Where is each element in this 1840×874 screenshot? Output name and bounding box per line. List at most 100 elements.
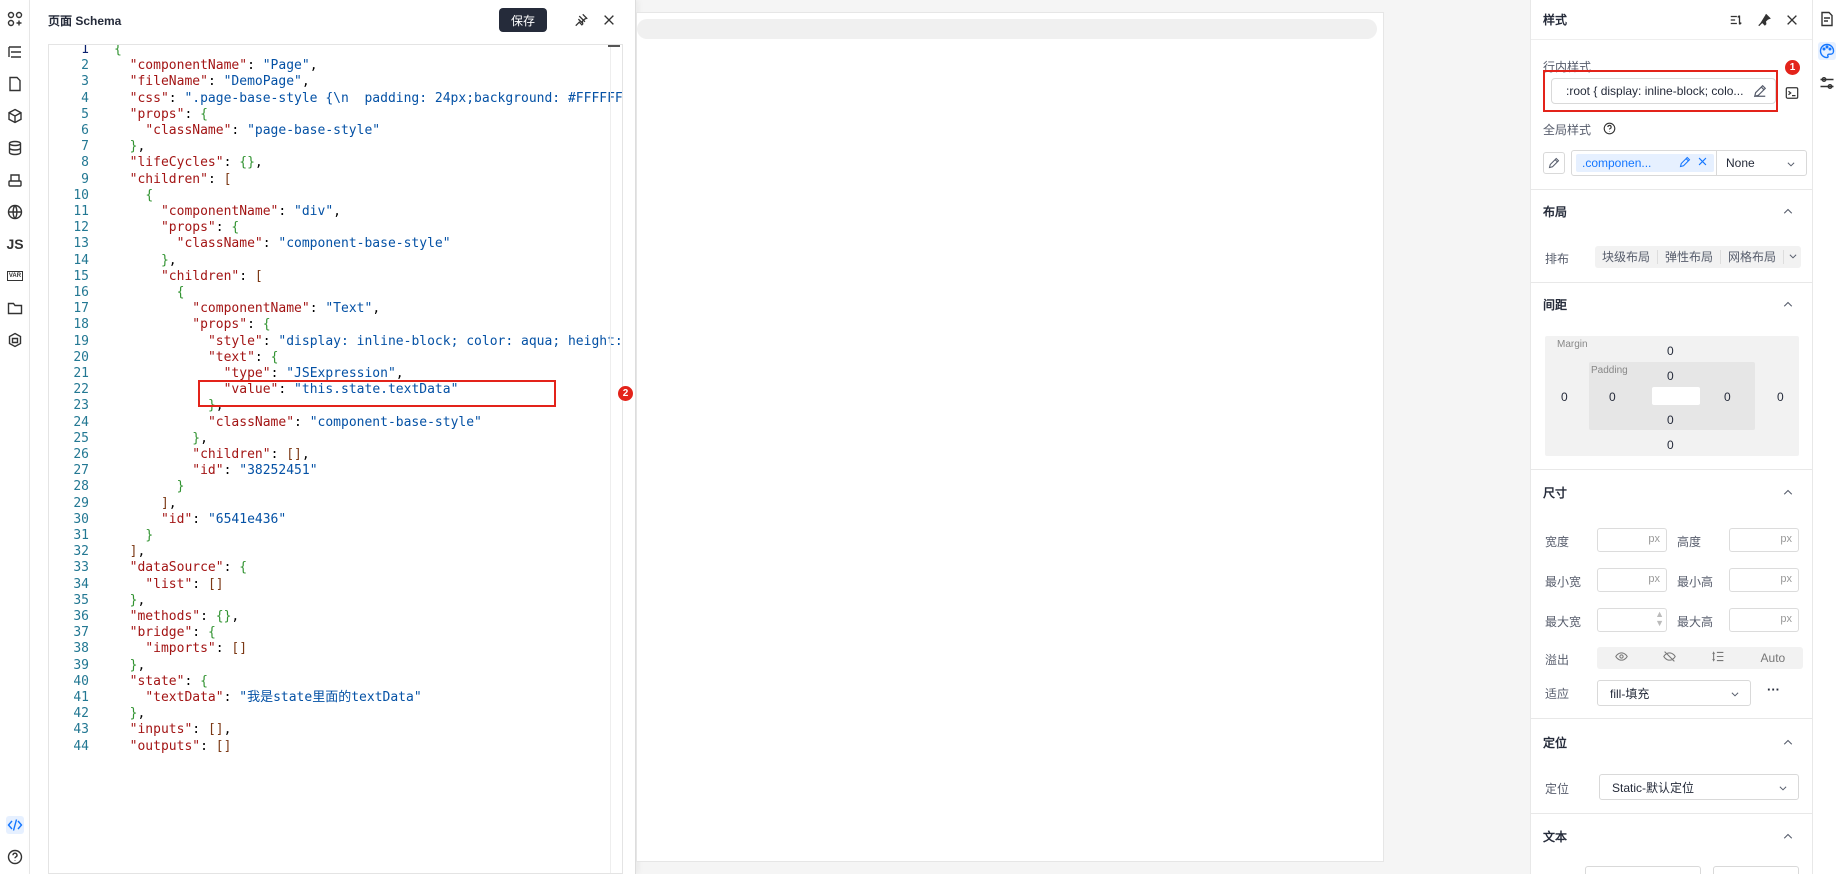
width-input[interactable]: px (1597, 528, 1667, 552)
px-unit: px (1780, 573, 1792, 585)
edit-icon[interactable] (1753, 84, 1767, 98)
outline-tree-icon[interactable] (6, 43, 24, 61)
text-section (1531, 813, 1812, 874)
margin-bottom-value[interactable]: 0 (1667, 438, 1674, 452)
annotation-badge-2: 2 (618, 386, 633, 401)
add-component-icon[interactable] (6, 10, 24, 28)
chevron-up-icon[interactable] (1782, 736, 1794, 748)
pin-icon[interactable] (1756, 12, 1772, 28)
edit-icon[interactable] (1679, 156, 1691, 171)
padding-top-value[interactable]: 0 (1667, 369, 1674, 383)
arrange-label: 排布 (1545, 252, 1570, 266)
chevron-up-icon[interactable] (1782, 205, 1794, 217)
split-view-icon[interactable] (1728, 12, 1744, 28)
layout-title: 布局 (1543, 205, 1568, 219)
overflow-label: 溢出 (1545, 653, 1570, 667)
hidden-icon[interactable] (1663, 650, 1677, 666)
padding-label: Padding (1591, 365, 1628, 376)
inline-style-field[interactable]: :root { display: inline-block; colo... (1551, 78, 1776, 104)
variable-label: VAR (6, 271, 24, 281)
chevron-down-icon (1778, 782, 1788, 792)
materials-icon[interactable] (6, 331, 24, 349)
flex-layout-option[interactable]: 弹性布局 (1658, 250, 1722, 264)
scroll-icon[interactable] (1712, 650, 1725, 666)
folder-icon[interactable] (6, 299, 24, 317)
close-icon[interactable] (1784, 12, 1800, 28)
variable-icon[interactable]: VAR (6, 267, 24, 285)
padding-right-value[interactable]: 0 (1724, 390, 1731, 404)
font-weight-select[interactable] (1713, 866, 1799, 874)
editor-scrollbar[interactable] (608, 45, 622, 873)
text-title: 文本 (1543, 830, 1568, 844)
schema-panel: 页面 Schema 保存 1{2 "componentName": "Page"… (30, 0, 636, 874)
left-toolbar: JS VAR (0, 0, 30, 874)
margin-right-value[interactable]: 0 (1777, 390, 1784, 404)
min-width-input[interactable]: px (1597, 568, 1667, 592)
visible-icon[interactable] (1614, 650, 1628, 666)
block-icon[interactable] (6, 107, 24, 125)
state-select[interactable]: None (1726, 156, 1755, 170)
min-height-input[interactable]: px (1729, 568, 1799, 592)
overflow-segmented: Auto (1597, 647, 1803, 669)
margin-top-value[interactable]: 0 (1667, 344, 1674, 358)
min-height-label: 最小高 (1677, 575, 1714, 589)
px-unit: px (1780, 533, 1792, 545)
position-select[interactable]: Static-默认定位 (1599, 774, 1799, 800)
more-options-button[interactable]: ··· (1767, 682, 1780, 697)
class-tag[interactable]: .componen... (1576, 154, 1714, 172)
style-palette-icon[interactable] (1818, 42, 1836, 60)
max-height-input[interactable]: px (1729, 608, 1799, 632)
max-width-input[interactable]: ▲ ▼ (1597, 608, 1667, 632)
edit-global-style-button[interactable] (1543, 152, 1565, 174)
props-icon[interactable] (1818, 10, 1836, 28)
stepper-icon[interactable]: ▲ ▼ (1655, 610, 1664, 628)
fit-label: 适应 (1545, 687, 1570, 701)
global-icon[interactable] (6, 203, 24, 221)
margin-label: Margin (1557, 339, 1588, 350)
datasource-icon[interactable] (6, 139, 24, 157)
pin-icon[interactable] (573, 12, 589, 28)
page-icon[interactable] (6, 75, 24, 93)
settings-sliders-icon[interactable] (1818, 74, 1836, 92)
right-toolbar (1812, 0, 1840, 874)
canvas-page-bar (637, 19, 1377, 39)
px-unit: px (1648, 573, 1660, 585)
chevron-down-icon (1730, 688, 1740, 698)
margin-box: Margin 0 0 0 0 Padding 0 0 0 0 (1545, 336, 1799, 456)
padding-box: Padding 0 0 0 0 (1589, 362, 1755, 430)
height-input[interactable]: px (1729, 528, 1799, 552)
design-canvas[interactable] (636, 12, 1384, 862)
padding-left-value[interactable]: 0 (1609, 390, 1616, 404)
help-icon[interactable] (1603, 122, 1616, 135)
help-icon[interactable] (6, 848, 24, 866)
js-icon[interactable]: JS (6, 235, 24, 253)
max-width-label: 最大宽 (1545, 615, 1582, 629)
padding-bottom-value[interactable]: 0 (1667, 413, 1674, 427)
terminal-icon[interactable] (1785, 86, 1799, 100)
chevron-down-icon (1786, 158, 1796, 172)
code-text: "outputs": [] (129, 738, 232, 754)
margin-left-value[interactable]: 0 (1561, 390, 1568, 404)
chevron-down-icon[interactable] (1788, 250, 1798, 264)
chevron-up-icon[interactable] (1782, 830, 1794, 842)
schema-code-icon[interactable] (6, 816, 24, 834)
close-icon[interactable] (601, 12, 617, 28)
object-fit-select[interactable]: fill-填充 (1597, 680, 1751, 706)
chevron-up-icon[interactable] (1782, 486, 1794, 498)
code-line[interactable]: 44 "outputs": [] (49, 737, 609, 756)
chevron-up-icon[interactable] (1782, 298, 1794, 310)
grid-layout-option[interactable]: 网格布局 (1721, 250, 1785, 264)
code-editor[interactable]: 1{2 "componentName": "Page", 3 "fileName"… (48, 44, 623, 874)
overflow-auto-option[interactable]: Auto (1761, 651, 1786, 665)
max-height-label: 最大高 (1677, 615, 1714, 629)
position-title: 定位 (1543, 736, 1568, 750)
font-select[interactable] (1585, 866, 1701, 874)
bridge-icon[interactable] (6, 171, 24, 189)
global-style-selector: .componen... None (1571, 150, 1807, 176)
save-button[interactable]: 保存 (498, 8, 547, 32)
min-width-label: 最小宽 (1545, 575, 1582, 589)
block-layout-option[interactable]: 块级布局 (1595, 250, 1659, 264)
position-label: 定位 (1545, 782, 1570, 796)
highlight-box-2 (198, 380, 556, 407)
remove-icon[interactable] (1697, 156, 1708, 170)
